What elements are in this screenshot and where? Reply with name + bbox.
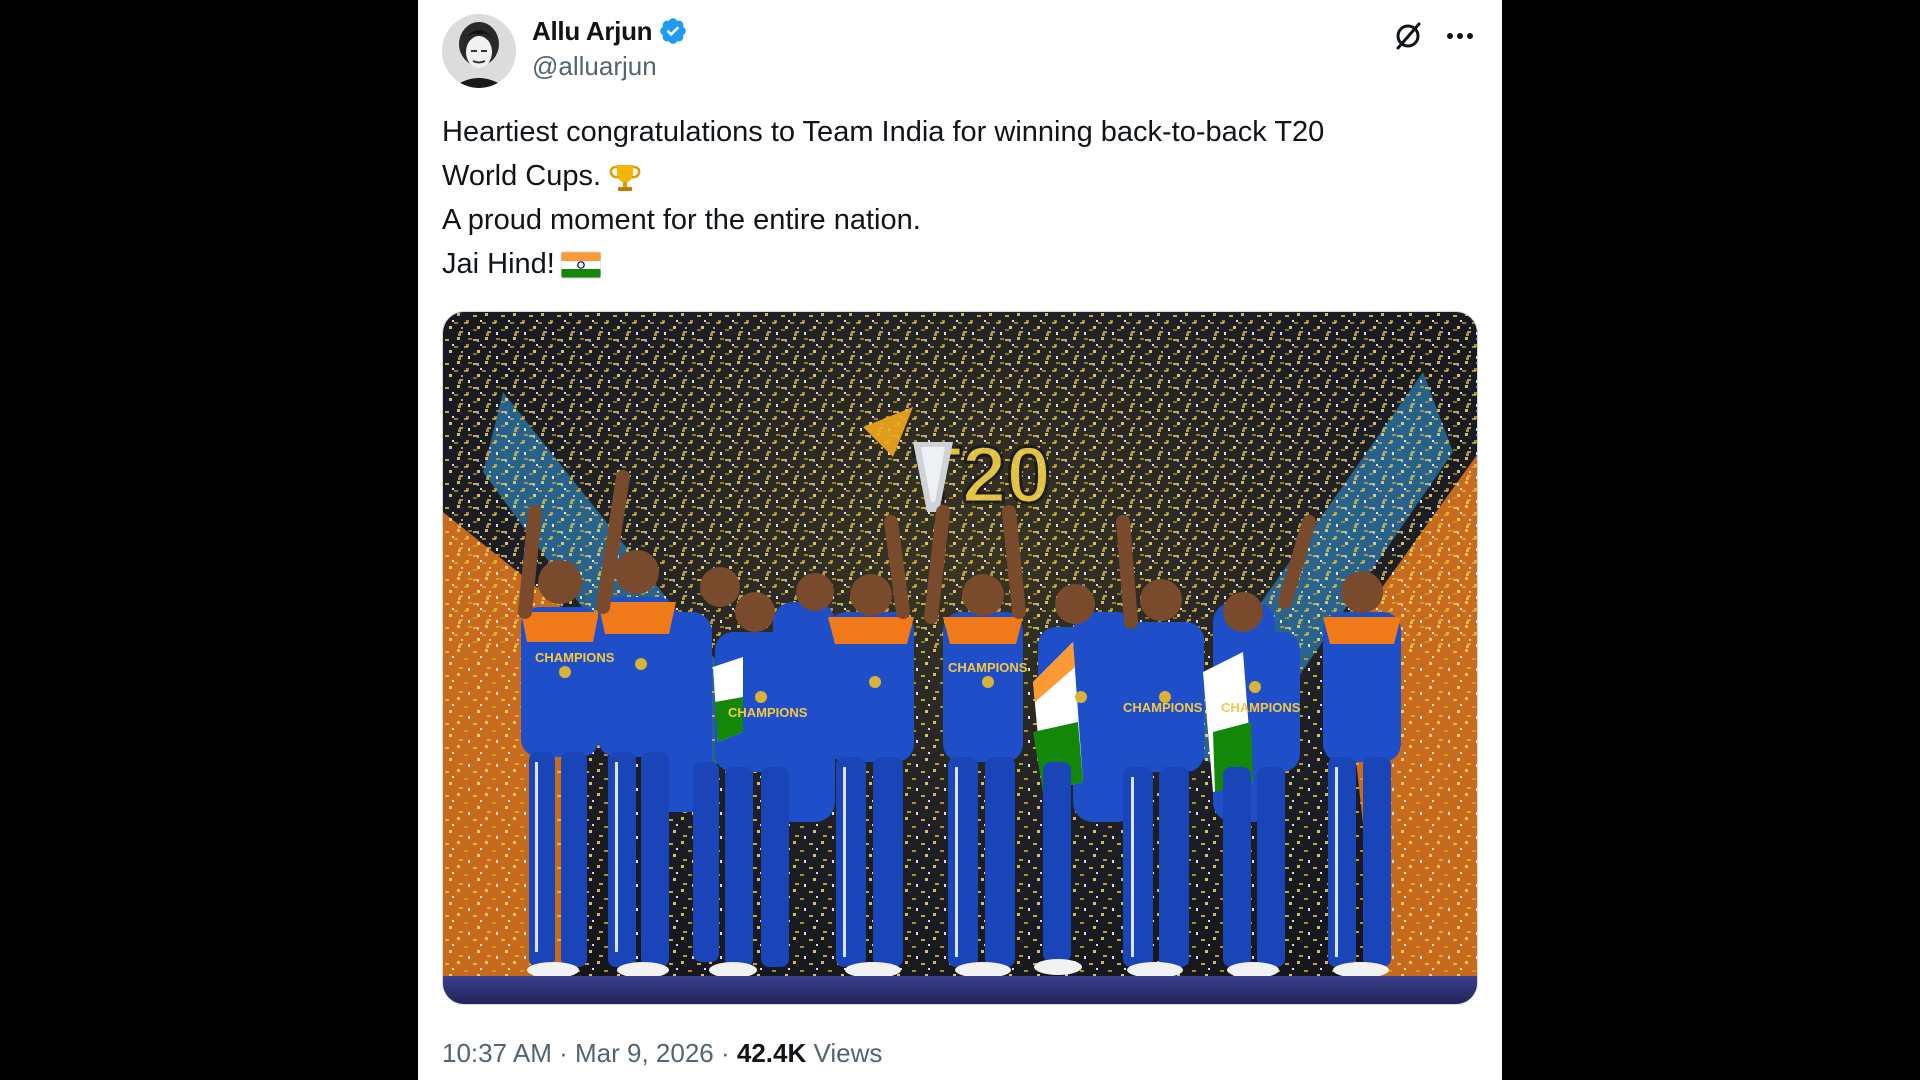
tweet-header: Allu Arjun @alluarjun [442,14,1478,88]
tweet-photo[interactable]: T20 CHAMPIONS CHAMPIONS CHAMPIONS CHAMPI… [442,311,1478,1005]
tweet-date[interactable]: Mar 9, 2026 [575,1038,714,1068]
meta-separator-1: · [559,1038,568,1068]
avatar[interactable] [442,14,516,88]
tweet-meta: 10:37 AM · Mar 9, 2026 · 42.4K Views [442,1038,882,1069]
team-india-celebration-photo: T20 CHAMPIONS CHAMPIONS CHAMPIONS CHAMPI… [443,312,1477,1004]
tweet-text-line-3: A proud moment for the entire nation. [442,204,921,236]
author-names: Allu Arjun @alluarjun [532,14,688,82]
views-count: 42.4K [736,1038,807,1068]
india-flag-emoji [560,251,601,279]
author-handle[interactable]: @alluarjun [532,51,688,82]
views-label: Views [813,1038,883,1068]
jersey-text-4: CHAMPIONS [1123,700,1203,715]
grok-icon[interactable] [1390,18,1426,54]
verified-badge-icon [660,18,687,44]
tweet-text: Heartiest congratulations to Team India … [442,110,1472,286]
jersey-text-2: CHAMPIONS [728,705,808,720]
more-options-icon[interactable] [1442,18,1478,54]
jersey-text-1: CHAMPIONS [535,650,615,665]
author-display-name[interactable]: Allu Arjun [532,16,653,47]
tweet-text-line-2-text: World Cups. [442,160,602,192]
tweet-text-line-4: Jai Hind! [442,242,1472,286]
tweet-text-line-4-text: Jai Hind! [442,248,555,280]
jersey-text-3: CHAMPIONS [948,660,1028,675]
meta-separator-2: · [720,1038,730,1068]
tweet-card: Allu Arjun @alluarjun Heartiest congratu… [418,0,1502,1080]
tweet-text-line-1: Heartiest congratulations to Team India … [442,116,1325,148]
jersey-text-5: CHAMPIONS [1221,700,1301,715]
avatar-portrait [442,14,516,88]
trophy-emoji [609,165,641,192]
tweet-text-line-2: World Cups. [442,154,1472,198]
tweet-time[interactable]: 10:37 AM [442,1038,552,1068]
